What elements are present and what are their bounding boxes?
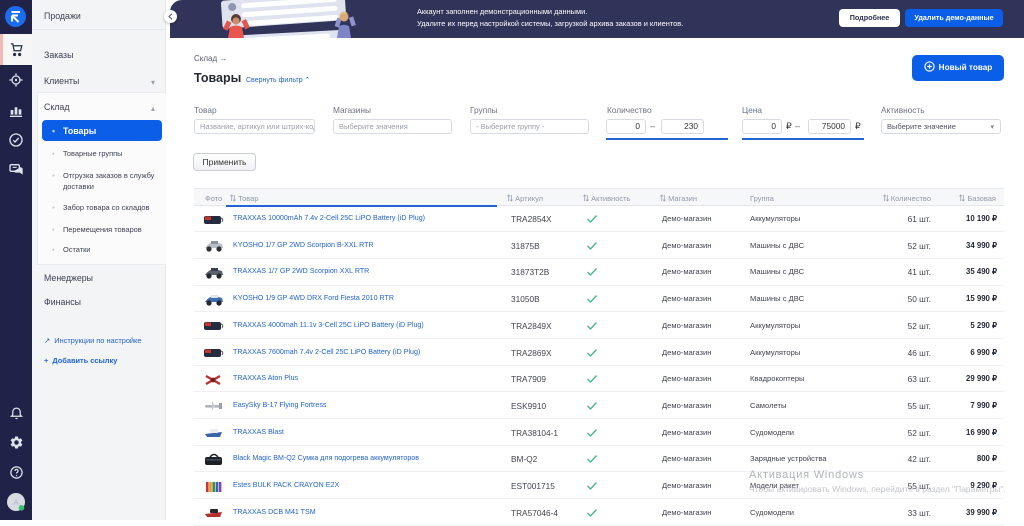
- svg-text:A: A: [13, 498, 19, 507]
